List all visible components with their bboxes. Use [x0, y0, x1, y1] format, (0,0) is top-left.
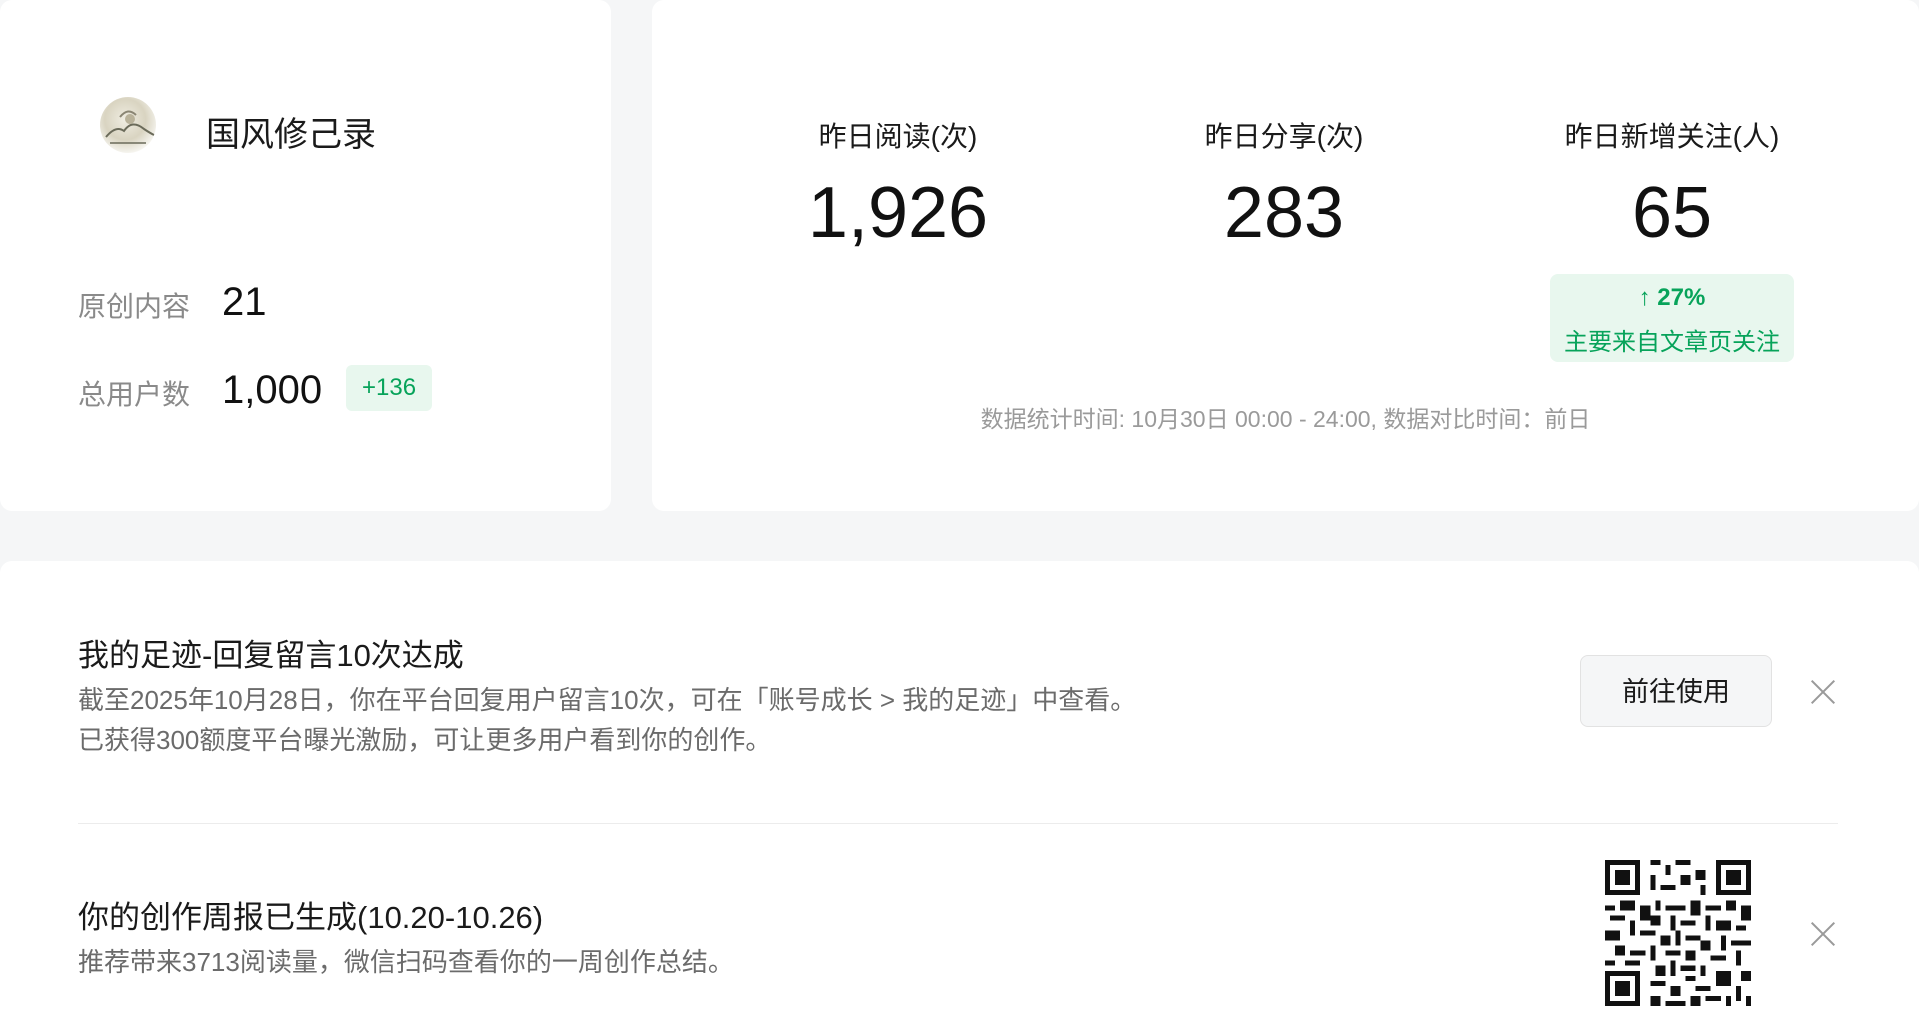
close-icon[interactable] [1809, 920, 1837, 948]
close-icon[interactable] [1809, 678, 1837, 706]
account-summary-card: 国风修己录 原创内容 21 总用户数 1,000 +136 [0, 0, 611, 511]
follows-label: 昨日新增关注(人) [1564, 121, 1780, 152]
total-users-value: 1,000 [222, 368, 323, 412]
account-name: 国风修己录 [206, 116, 376, 154]
shares-stat: 昨日分享(次) 283 [1104, 115, 1464, 249]
follows-value: 65 [1631, 173, 1713, 253]
follows-trend-desc: 主要来自文章页关注 [1564, 329, 1780, 356]
reads-value: 1,926 [807, 173, 989, 253]
reads-label: 昨日阅读(次) [818, 121, 978, 152]
go-use-button[interactable]: 前往使用 [1580, 655, 1772, 727]
notification-desc-line: 已获得300额度平台曝光激励，可让更多用户看到你的创作。 [78, 725, 772, 755]
qr-code-icon [1605, 860, 1751, 1006]
follows-trend-box: ↑ 27% 主要来自文章页关注 [1550, 274, 1794, 362]
notification-desc-line: 推荐带来3713阅读量，微信扫码查看你的一周创作总结。 [78, 947, 734, 977]
shares-label: 昨日分享(次) [1204, 121, 1364, 152]
yesterday-stats-card [652, 0, 1919, 511]
reads-stat: 昨日阅读(次) 1,926 [718, 115, 1078, 249]
divider [78, 823, 1838, 824]
follows-stat: 昨日新增关注(人) 65 [1492, 115, 1852, 249]
stats-time-note: 数据统计时间: 10月30日 00:00 - 24:00, 数据对比时间：前日 [980, 406, 1591, 432]
landscape-avatar-icon[interactable] [100, 97, 156, 153]
notification-desc-line: 截至2025年10月28日，你在平台回复用户留言10次，可在「账号成长 > 我的… [78, 685, 1137, 715]
notification-title: 你的创作周报已生成(10.20-10.26) [78, 900, 544, 935]
notification-title: 我的足迹-回复留言10次达成 [78, 638, 464, 673]
original-content-label: 原创内容 [78, 291, 191, 322]
original-content-value: 21 [222, 280, 267, 324]
users-delta-badge: +136 [346, 365, 433, 411]
shares-value: 283 [1223, 173, 1345, 253]
total-users-label: 总用户数 [78, 379, 191, 410]
follows-trend-percent: ↑ 27% [1638, 284, 1706, 311]
